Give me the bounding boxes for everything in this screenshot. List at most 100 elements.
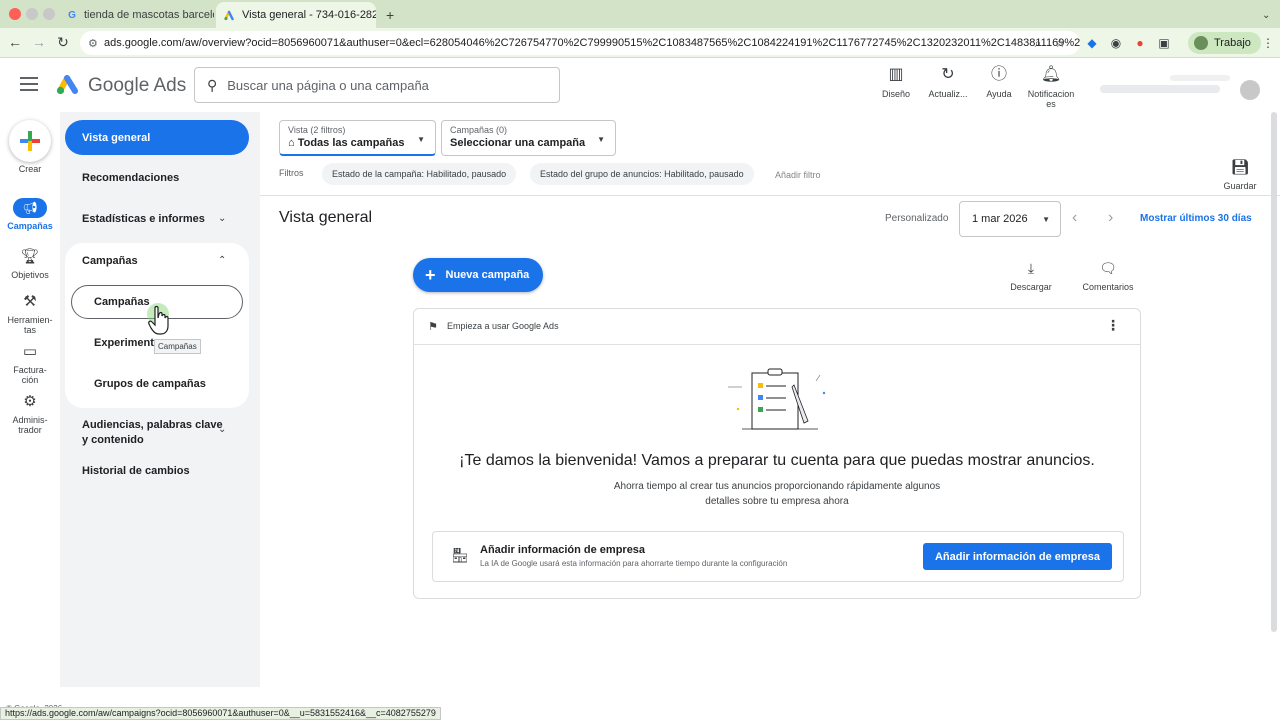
site-info-icon[interactable]: ⚙ <box>88 37 98 50</box>
campaign-select[interactable]: Campañas (0) Seleccionar una campaña ▼ <box>441 120 616 156</box>
business-info-description: La IA de Google usará esta información p… <box>480 559 788 568</box>
chevron-left-icon[interactable]: ‹ <box>1072 209 1077 227</box>
save-label: Guardar <box>1223 181 1257 191</box>
date-picker[interactable]: 1 mar 2026 ▼ <box>959 201 1061 237</box>
download-button[interactable]: ⤓ Descargar <box>996 260 1066 292</box>
minimize-window-button[interactable] <box>26 8 38 20</box>
scrollbar[interactable] <box>1271 112 1277 687</box>
dropdown-arrow-icon: ▼ <box>417 135 425 144</box>
google-ads-logo-icon[interactable] <box>56 73 80 95</box>
create-button[interactable] <box>9 120 51 162</box>
design-icon: ▥ <box>888 66 904 83</box>
new-campaign-button[interactable]: + Nueva campaña <box>413 258 543 292</box>
create-label[interactable]: Crear <box>0 164 60 174</box>
rail-admin[interactable]: ⚙ Adminis- trador <box>0 392 60 435</box>
sidebar-item-campaigns-group[interactable]: Campañas <box>82 255 138 267</box>
chevron-down-icon[interactable]: ⌄ <box>218 424 226 435</box>
new-tab-plus-icon[interactable]: + <box>378 2 398 28</box>
save-button[interactable]: 💾︎ Guardar <box>1220 158 1260 191</box>
notifications-button[interactable]: 🔔︎ Notificacion es <box>1021 66 1081 109</box>
plus-icon: + <box>425 265 436 285</box>
rail-tools[interactable]: ⚒ Herramien- tas <box>0 292 60 335</box>
new-campaign-label: Nueva campaña <box>445 269 530 281</box>
page-search-input[interactable]: ⚲ Buscar una página o una campaña <box>194 67 560 103</box>
account-info-placeholder <box>1170 75 1230 81</box>
tab-title: tienda de mascotas barcelon <box>84 9 214 21</box>
add-filter-button[interactable]: Añadir filtro <box>775 170 821 180</box>
download-label: Descargar <box>1010 282 1052 292</box>
sidebar-item-insights[interactable]: Estadísticas e informes <box>82 213 205 225</box>
rail-billing[interactable]: ▭ Factura- ción <box>0 342 60 385</box>
profile-name: Trabajo <box>1214 37 1251 49</box>
browser-tab-pet-store[interactable]: G tienda de mascotas barcelon ✕ <box>58 2 214 28</box>
sidebar-item-audiences[interactable]: Audiencias, palabras clave y contenido <box>82 418 223 448</box>
chevron-right-icon[interactable]: › <box>1108 209 1113 227</box>
account-name-placeholder[interactable] <box>1100 85 1220 93</box>
help-label: Ayuda <box>986 89 1012 99</box>
card-header: ⚑ Empieza a usar Google Ads ⋮ <box>414 309 1140 345</box>
view-filter-caption: Vista (2 filtros) <box>288 125 346 135</box>
close-window-button[interactable] <box>9 8 21 20</box>
google-ads-favicon-icon <box>224 9 236 21</box>
filter-chip-campaign-status[interactable]: Estado de la campaña: Habilitado, pausad… <box>322 163 517 185</box>
rail-campaigns[interactable]: 📢︎ Campañas <box>0 198 60 231</box>
sidebar-item-overview[interactable]: Vista general <box>65 120 249 155</box>
reload-icon[interactable]: ↻ <box>54 34 72 51</box>
comment-icon: 🗨︎ <box>1099 260 1117 276</box>
chevron-up-icon[interactable]: ⌃ <box>218 255 226 266</box>
main-menu-icon[interactable] <box>20 77 38 91</box>
filter-chip-adgroup-status[interactable]: Estado del grupo de anuncios: Habilitado… <box>530 163 754 185</box>
left-rail: Crear 📢︎ Campañas 🏆︎ Objetivos ⚒ Herrami… <box>0 112 60 687</box>
megaphone-icon: 📢︎ <box>13 198 47 218</box>
gear-icon: ⚙ <box>23 393 37 410</box>
url-field[interactable]: ⚙ ads.google.com/aw/overview?ocid=805696… <box>80 31 1080 55</box>
view-filter-select[interactable]: Vista (2 filtros) ⌂ Todas las campañas ▼ <box>279 120 436 156</box>
credit-card-icon: ▭ <box>22 343 38 360</box>
zoom-icon[interactable]: ⌕ <box>1030 36 1046 51</box>
flag-icon: ⚑ <box>428 321 438 333</box>
get-started-card: ⚑ Empieza a usar Google Ads ⋮ ¡Te damos … <box>413 308 1141 599</box>
bell-icon: 🔔︎ <box>1040 66 1062 83</box>
add-business-info-button[interactable]: Añadir información de empresa <box>923 543 1112 570</box>
extension-icon[interactable]: ◆ <box>1084 36 1100 50</box>
tooltip: Campañas <box>154 339 201 354</box>
ads-header: Google Ads ⚲ Buscar una página o una cam… <box>0 58 1280 112</box>
date-value: 1 mar 2026 <box>972 213 1028 225</box>
profile-chip[interactable]: Trabajo <box>1188 32 1261 54</box>
maximize-window-button[interactable] <box>43 8 55 20</box>
back-arrow-icon[interactable]: ← <box>6 34 24 50</box>
avatar[interactable] <box>1240 80 1260 100</box>
rail-goals[interactable]: 🏆︎ Objetivos <box>0 247 60 280</box>
dropdown-arrow-icon: ▼ <box>1042 215 1050 224</box>
help-button[interactable]: ⓘ Ayuda <box>969 66 1029 99</box>
comments-button[interactable]: 🗨︎ Comentarios <box>1073 260 1143 292</box>
browser-tab-overview[interactable]: Vista general - 734-016-282 ✕ <box>216 2 376 28</box>
design-label: Diseño <box>881 89 910 99</box>
sidebar-subitem-campaign-groups[interactable]: Grupos de campañas <box>94 378 206 390</box>
tab-search-chevron-icon[interactable]: ⌄ <box>1254 2 1274 28</box>
extensions-puzzle-icon[interactable]: ▣ <box>1156 36 1172 50</box>
chevron-down-icon[interactable]: ⌄ <box>218 213 226 224</box>
sidebar-item-recommendations[interactable]: Recomendaciones <box>82 172 179 184</box>
bookmark-star-icon[interactable]: ☆ <box>1052 36 1068 50</box>
status-bar-url: https://ads.google.com/aw/campaigns?ocid… <box>0 707 441 720</box>
forward-arrow-icon[interactable]: → <box>30 34 48 50</box>
checklist-illustration-icon <box>728 368 826 430</box>
sidebar-item-change-history[interactable]: Historial de cambios <box>82 465 190 477</box>
welcome-heading: ¡Te damos la bienvenida! Vamos a prepara… <box>459 452 1095 469</box>
show-last-30-days-link[interactable]: Mostrar últimos 30 días <box>1140 213 1252 224</box>
card-title: Empieza a usar Google Ads <box>447 321 559 331</box>
more-options-icon[interactable]: ⋮ <box>1106 317 1120 334</box>
save-icon: 💾︎ <box>1230 159 1250 176</box>
extension-icon[interactable]: ● <box>1132 36 1148 50</box>
home-icon: ⌂ <box>288 137 298 149</box>
browser-menu-icon[interactable]: ⋮ <box>1260 36 1276 50</box>
view-filter-value: ⌂ Todas las campañas <box>288 137 405 149</box>
extension-icon[interactable]: ◉ <box>1108 36 1124 50</box>
search-icon: ⚲ <box>207 76 218 93</box>
filters-label: Filtros <box>279 168 304 178</box>
hand-cursor-icon <box>147 303 169 335</box>
design-button[interactable]: ▥ Diseño <box>866 66 926 99</box>
browser-tab-bar: G tienda de mascotas barcelon ✕ Vista ge… <box>0 0 1280 28</box>
page-title: Vista general <box>279 209 373 226</box>
